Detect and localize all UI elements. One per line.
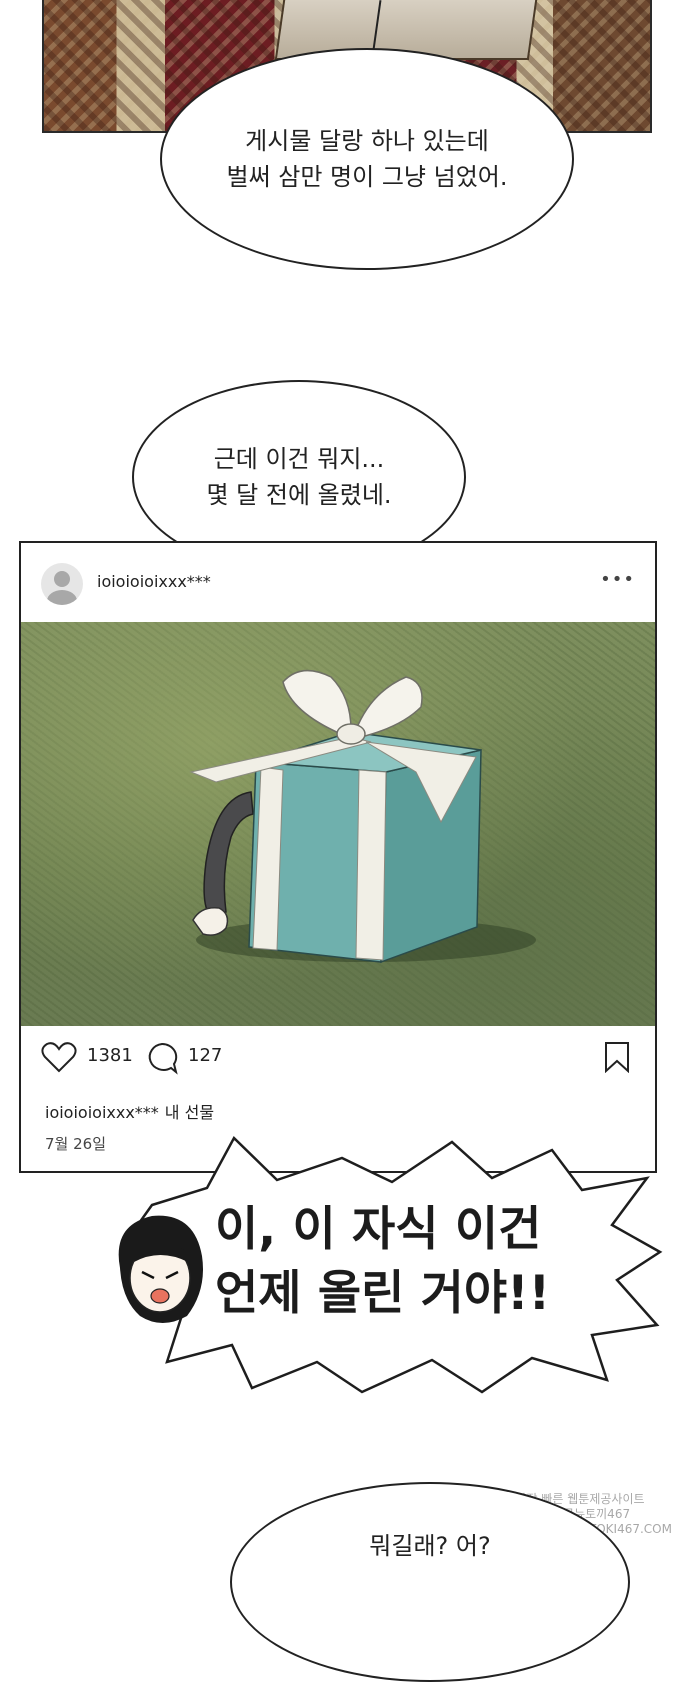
bookmark-icon[interactable]	[603, 1041, 631, 1073]
sns-post-card: ioioioioixxx*** ••• 1381 127 ioioioioixx…	[19, 541, 657, 1173]
like-count: 1381	[87, 1045, 133, 1066]
post-username[interactable]: ioioioioixxx***	[97, 572, 211, 591]
speech-line: 근데 이건 뭐지...	[213, 445, 385, 473]
caption-username[interactable]: ioioioioixxx***	[45, 1103, 159, 1122]
more-horizontal-icon[interactable]: •••	[600, 569, 635, 590]
speech-bubble-3: 뭐길래? 어?	[230, 1482, 630, 1682]
shout-line: 이, 이 자식 이건	[215, 1202, 542, 1257]
speech-bubble-1: 게시물 달랑 하나 있는데 벌써 삼만 명이 그냥 넘었어.	[160, 48, 574, 270]
comment-icon[interactable]	[145, 1041, 179, 1075]
shout-line: 언제 올린 거야!!	[215, 1266, 551, 1321]
post-caption: ioioioioixxx*** 내 선물	[45, 1099, 214, 1123]
speech-line: 뭐길래? 어?	[369, 1532, 491, 1560]
comment-count: 127	[188, 1045, 223, 1066]
post-actions-bar: 1381 127	[21, 1027, 655, 1087]
post-photo-gift-box	[21, 622, 655, 1026]
heart-icon[interactable]	[41, 1041, 77, 1073]
speech-line: 벌써 삼만 명이 그냥 넘었어.	[226, 163, 508, 191]
avatar[interactable]	[41, 563, 83, 605]
speech-line: 게시물 달랑 하나 있는데	[245, 127, 489, 155]
caption-text: 내 선물	[164, 1103, 215, 1122]
post-header: ioioioioixxx*** •••	[21, 543, 655, 623]
chibi-girl-face	[118, 1215, 203, 1323]
speech-line: 몇 달 전에 올렸네.	[206, 481, 392, 509]
gift-box-illustration	[189, 669, 536, 964]
shout-text: 이, 이 자식 이건 언제 올린 거야!!	[215, 1198, 575, 1326]
post-date: 7월 26일	[45, 1135, 106, 1153]
